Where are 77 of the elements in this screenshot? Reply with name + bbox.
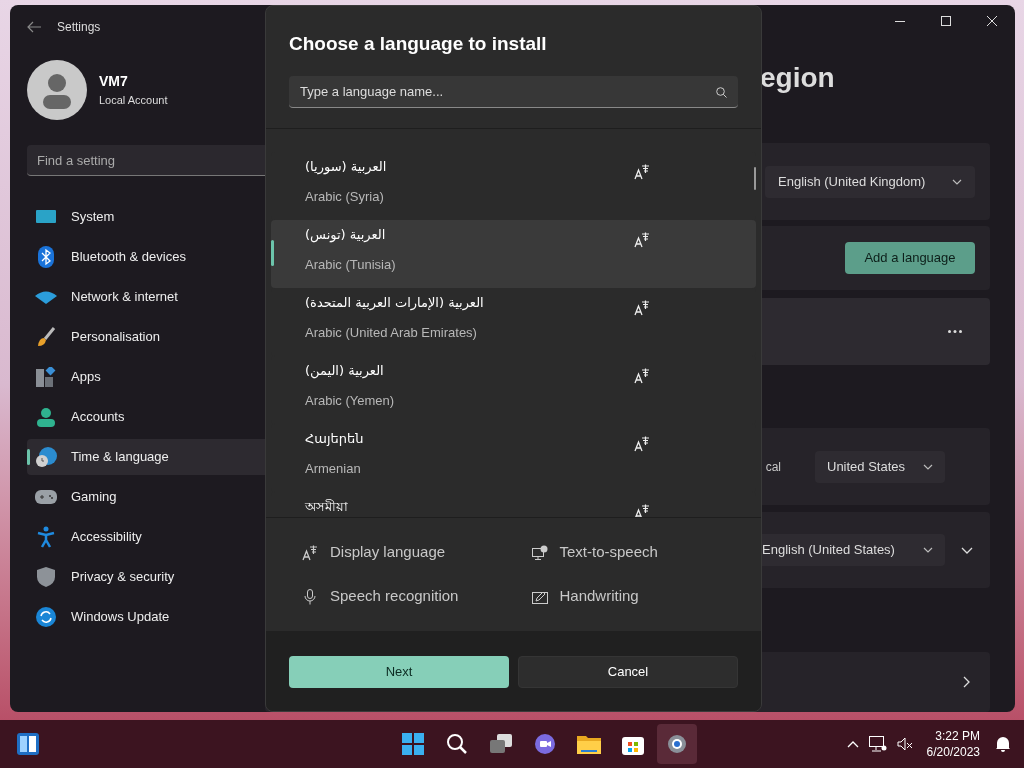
language-icon — [634, 300, 650, 316]
video-chat-icon — [533, 733, 556, 755]
setting-label: cal — [765, 458, 781, 476]
account-type: Local Account — [99, 93, 168, 109]
bell-icon[interactable] — [994, 735, 1012, 753]
more-icon[interactable] — [948, 330, 962, 333]
folder-icon — [576, 734, 601, 754]
nav-item[interactable]: Accessibility — [27, 519, 277, 555]
scrollbar-thumb[interactable] — [754, 167, 756, 190]
gamepad-icon — [35, 490, 57, 504]
widgets-icon — [17, 733, 39, 755]
chevron-up-icon[interactable] — [846, 740, 859, 748]
paintbrush-icon — [36, 327, 56, 347]
cancel-button[interactable]: Cancel — [518, 656, 738, 688]
shield-icon — [37, 567, 55, 587]
native-language-name: Հայերեն — [305, 430, 364, 448]
minimize-icon — [895, 20, 905, 22]
update-icon — [36, 607, 56, 627]
network-icon[interactable] — [868, 736, 887, 752]
next-button[interactable]: Next — [289, 656, 509, 688]
speaker-screen-icon — [531, 544, 548, 561]
gear-icon — [665, 733, 688, 755]
nav-item[interactable]: Privacy & security — [27, 559, 277, 595]
feature-label: Display language — [330, 542, 446, 563]
language-name: Armenian — [305, 460, 362, 478]
accessibility-icon — [37, 526, 55, 548]
chevron-down-icon — [923, 547, 933, 553]
language-name: Arabic (Yemen) — [305, 392, 395, 410]
clock[interactable]: 3:22 PM 6/20/2023 — [922, 728, 984, 760]
person-icon — [36, 407, 56, 427]
language-icon — [634, 504, 650, 517]
avatar — [27, 60, 87, 120]
chevron-down-icon — [923, 463, 933, 470]
bluetooth-icon — [38, 246, 54, 268]
maximize-icon — [941, 16, 951, 26]
account-name: VM7 — [99, 72, 129, 92]
feature-label: Handwriting — [559, 586, 639, 607]
apps-icon — [36, 367, 56, 387]
feature-label: Text-to-speech — [559, 542, 658, 563]
dialog-title: Choose a language to install — [289, 32, 548, 56]
window-title: Settings — [57, 19, 101, 36]
language-icon — [302, 544, 318, 561]
settings-button[interactable] — [656, 724, 697, 764]
page-title: egion — [760, 61, 835, 95]
nav-item[interactable]: Windows Update — [27, 599, 277, 635]
native-language-name: অসমীয়া — [305, 498, 348, 516]
search-icon — [716, 87, 727, 98]
language-search-field[interactable]: Type a language name... — [289, 76, 738, 108]
language-icon — [634, 232, 650, 248]
windows-stack-icon — [489, 734, 512, 754]
chevron-right-icon[interactable] — [963, 676, 970, 688]
add-language-button[interactable]: Add a language — [845, 242, 975, 274]
search-icon — [445, 733, 468, 755]
monitor-icon — [36, 209, 56, 225]
pen-box-icon — [531, 589, 548, 604]
native-language-name: العربية (اليمن) — [305, 362, 384, 381]
language-icon — [634, 164, 650, 180]
language-icon — [634, 368, 650, 384]
back-arrow-icon[interactable] — [27, 21, 41, 33]
language-name: Arabic (United Arab Emirates) — [305, 324, 478, 342]
language-name: Arabic (Tunisia) — [305, 256, 396, 274]
feature-label: Speech recognition — [330, 586, 459, 607]
globe-clock-icon — [35, 446, 57, 468]
language-icon — [634, 436, 650, 452]
wifi-icon — [35, 290, 57, 304]
close-icon — [987, 16, 997, 26]
region-dropdown[interactable]: United States — [815, 450, 945, 483]
native-language-name: العربية (الإمارات العربية المتحدة) — [305, 294, 484, 313]
language-name: Arabic (Syria) — [305, 188, 385, 206]
chevron-down-icon[interactable] — [961, 546, 973, 554]
microphone-icon — [304, 588, 316, 605]
speaker-muted-icon[interactable] — [896, 736, 913, 752]
native-language-name: العربية (تونس) — [305, 226, 386, 245]
chevron-down-icon — [952, 178, 962, 185]
windows-logo — [401, 733, 424, 755]
language-dropdown[interactable]: English (United Kingdom) — [765, 165, 975, 198]
native-language-name: العربية (سوريا) — [305, 158, 387, 177]
